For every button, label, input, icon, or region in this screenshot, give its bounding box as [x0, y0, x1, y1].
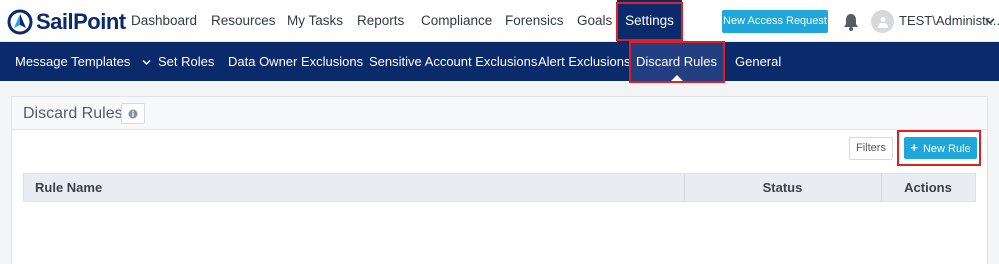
- topnav-settings[interactable]: Settings: [617, 0, 682, 42]
- top-navigation-bar: SailPoint Dashboard Resources My Tasks R…: [0, 0, 999, 42]
- chevron-down-icon[interactable]: [985, 17, 995, 25]
- subnav-message-templates[interactable]: Message Templates: [3, 42, 163, 81]
- topnav-dashboard[interactable]: Dashboard: [119, 0, 209, 42]
- new-rule-label: New Rule: [922, 143, 971, 155]
- subnav-data-owner-exclusions[interactable]: Data Owner Exclusions: [216, 42, 375, 81]
- subnav-set-roles[interactable]: Set Roles: [146, 42, 226, 81]
- rules-table-header: Rule Name Status Actions: [23, 173, 976, 202]
- topnav-reports[interactable]: Reports: [345, 0, 416, 42]
- subnav-message-templates-label: Message Templates: [15, 54, 131, 69]
- logo-text: SailPoint: [36, 9, 126, 34]
- topnav-forensics[interactable]: Forensics: [493, 0, 576, 42]
- filters-button[interactable]: Filters: [849, 137, 893, 160]
- topnav-compliance[interactable]: Compliance: [409, 0, 504, 42]
- bell-icon[interactable]: [843, 13, 859, 31]
- info-button[interactable]: [121, 103, 145, 124]
- column-header-actions: Actions: [904, 180, 952, 195]
- sailpoint-logo-icon: [7, 9, 33, 35]
- new-access-request-button[interactable]: New Access Request: [722, 10, 828, 33]
- user-avatar-icon[interactable]: [871, 10, 894, 33]
- subnav-discard-rules[interactable]: Discard Rules: [630, 42, 723, 81]
- panel-header: Discard Rules: [12, 97, 987, 130]
- discard-rules-panel: Discard Rules Filters + New Rule Rule Nam…: [11, 96, 988, 264]
- column-header-status[interactable]: Status: [684, 174, 881, 201]
- active-caret: [670, 75, 683, 81]
- topnav-goals[interactable]: Goals: [565, 0, 624, 42]
- topnav-my-tasks[interactable]: My Tasks: [275, 0, 355, 42]
- sailpoint-logo[interactable]: SailPoint: [6, 8, 126, 36]
- user-menu-label[interactable]: TEST\Administr...: [899, 0, 999, 42]
- settings-subnav-bar: Message Templates Set Roles Data Owner E…: [0, 42, 999, 81]
- person-icon: [877, 16, 888, 28]
- column-header-rule-name[interactable]: Rule Name: [35, 174, 102, 201]
- subnav-sensitive-account-exclusions[interactable]: Sensitive Account Exclusions: [357, 42, 549, 81]
- plus-icon: +: [910, 140, 918, 155]
- page-title: Discard Rules: [23, 105, 123, 122]
- new-rule-button[interactable]: + New Rule: [904, 137, 977, 159]
- subnav-discard-rules-label: Discard Rules: [636, 54, 717, 69]
- info-icon: [128, 109, 138, 118]
- subnav-alert-exclusions[interactable]: Alert Exclusions: [526, 42, 642, 81]
- subnav-general[interactable]: General: [723, 42, 793, 81]
